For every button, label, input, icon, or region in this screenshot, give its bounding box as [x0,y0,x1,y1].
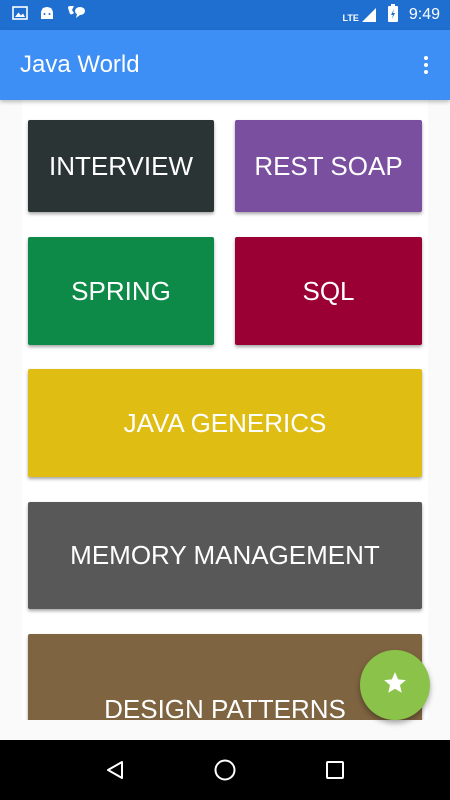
back-icon[interactable] [95,750,135,790]
app-title: Java World [20,51,140,78]
tile-rest-soap[interactable]: REST SOAP [235,120,422,212]
more-vert-icon[interactable] [414,50,438,80]
status-bar: LTE 9:49 [0,0,450,30]
tile-label: SQL [302,275,355,306]
tile-spring[interactable]: SPRING [28,237,214,345]
tile-label: INTERVIEW [49,150,193,181]
voicemail-chat-icon [66,5,86,26]
system-nav-bar [0,740,450,800]
lte-signal-icon: LTE [343,7,377,23]
status-time: 9:49 [408,6,440,23]
notification-icons [12,5,86,26]
system-icons: LTE 9:49 [343,3,440,27]
battery-icon [387,3,399,27]
tile-memory-management[interactable]: MEMORY MANAGEMENT [28,502,422,609]
tile-sql[interactable]: SQL [235,237,422,345]
tile-label: MEMORY MANAGEMENT [70,540,380,570]
topic-grid: INTERVIEW REST SOAP SPRING SQL JAVA GENE… [22,100,428,720]
favorite-fab[interactable] [360,650,430,720]
image-icon [12,5,28,26]
tile-label: JAVA GENERICS [123,407,327,438]
tile-interview[interactable]: INTERVIEW [28,120,214,212]
home-icon[interactable] [205,750,245,790]
recents-icon[interactable] [315,750,355,790]
network-type-label: LTE [342,13,359,23]
tile-label: DESIGN PATTERNS [104,693,346,721]
app-bar: Java World [0,30,450,100]
star-icon [382,670,408,701]
tile-label: SPRING [71,275,171,306]
tile-label: REST SOAP [254,150,403,181]
android-icon [38,5,56,26]
tile-java-generics[interactable]: JAVA GENERICS [28,369,422,477]
